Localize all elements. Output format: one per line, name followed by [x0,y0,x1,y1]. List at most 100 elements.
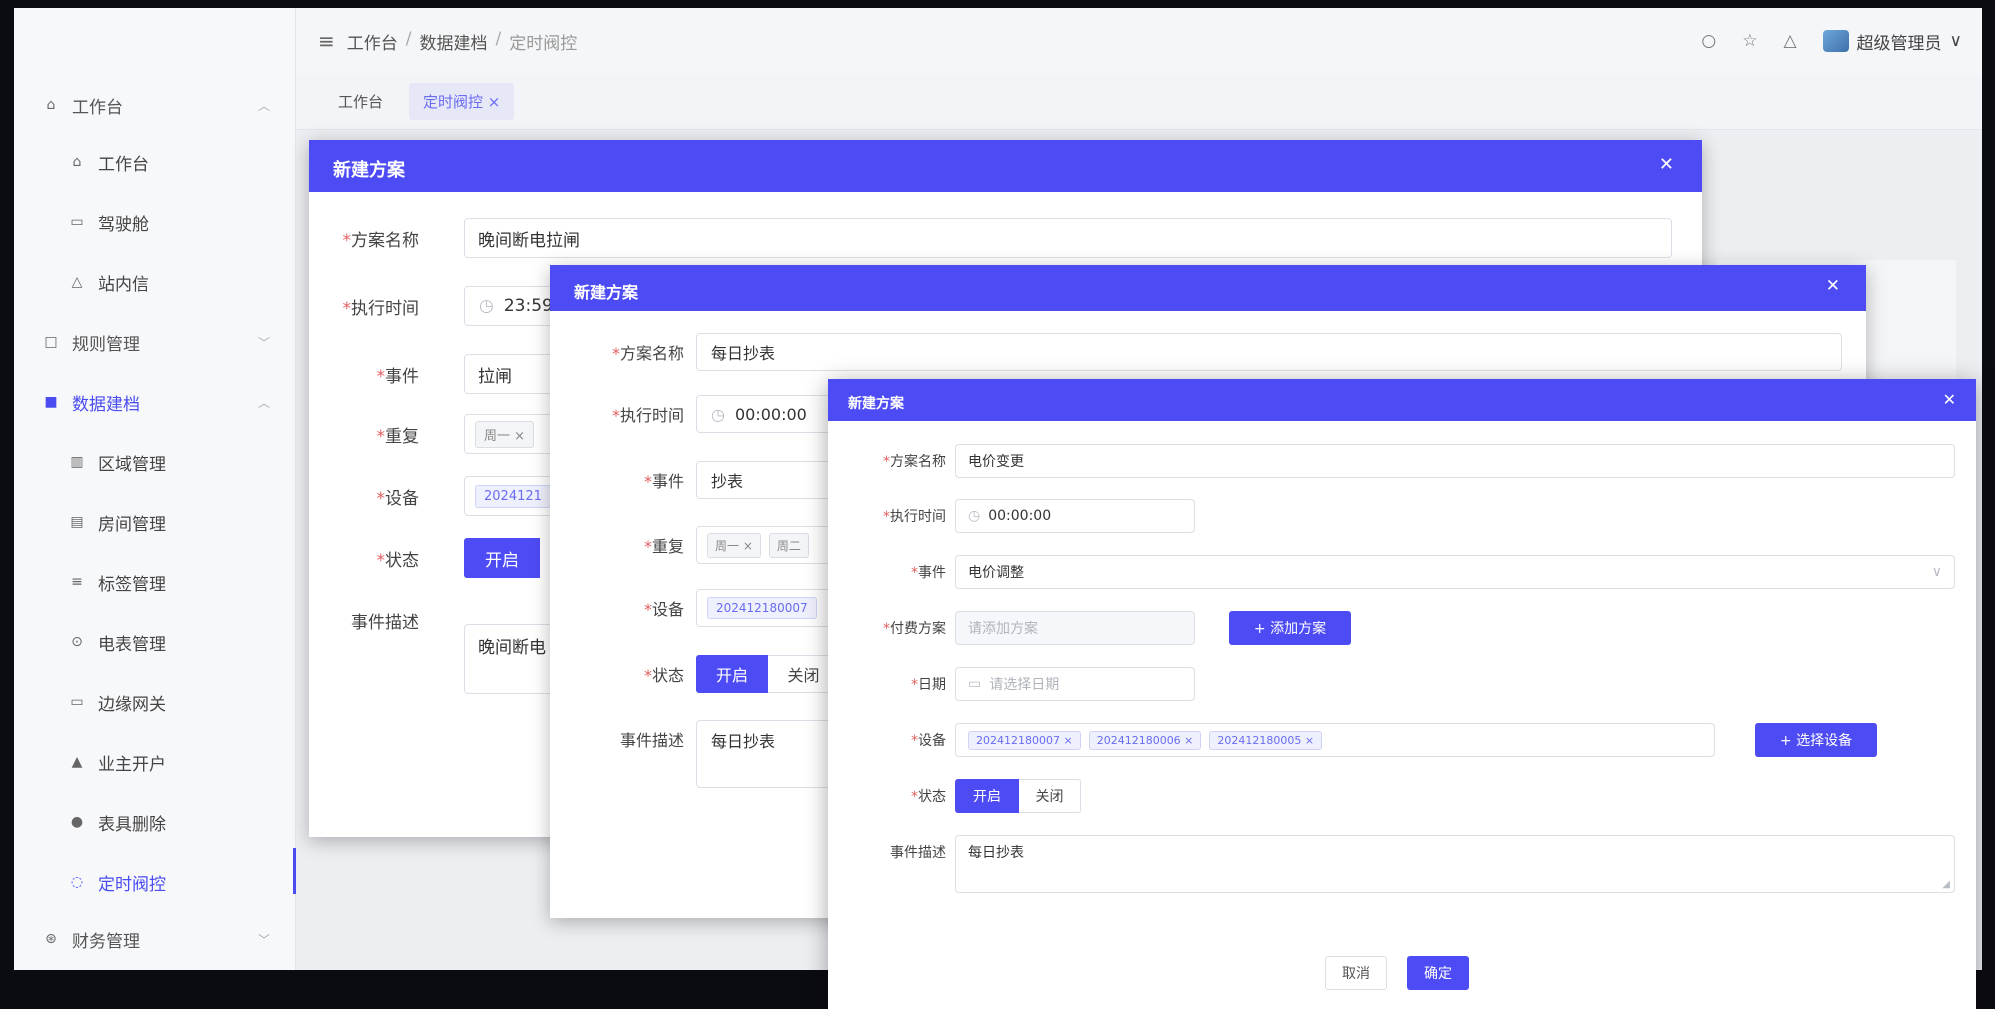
finance-icon: ⊛ [45,931,57,947]
form-row-status: *状态 [643,666,684,685]
chevron-down-icon: ∨ [1931,564,1942,580]
status-on-button[interactable]: 开启 [696,655,768,693]
form-row-repeat: *重复 [376,426,420,447]
breadcrumb-item[interactable]: 工作台 [347,29,398,54]
notification-icon[interactable]: △ [1783,31,1796,51]
sidebar-item-label: 站内信 [98,274,149,295]
user-icon: ▲ [71,754,83,770]
status-on-button[interactable]: 开启 [955,779,1019,813]
form-row-desc: 事件描述 [828,835,946,869]
area-icon: ▥ [70,454,84,470]
sidebar-item-label: 业主开户 [98,754,166,775]
sidebar-item-room[interactable]: ▤ 房间管理 [14,499,296,545]
status-off-button[interactable]: 关闭 [1019,779,1081,813]
sidebar-item-label: 标签管理 [98,574,166,595]
device-tag[interactable]: 202412180005 × [1209,730,1323,750]
confirm-button[interactable]: 确定 [1407,956,1469,990]
form-row-desc: 事件描述 [309,600,419,640]
chevron-down-icon: ﹀ [257,335,270,350]
dialog-header: 新建方案 ✕ [828,379,1976,421]
plan-name-input[interactable]: 电价变更 [955,444,1955,478]
sidebar-item-meter[interactable]: ⊙ 电表管理 [14,619,296,665]
field-label: 设备 [918,733,946,749]
exec-time-picker[interactable]: ◷ 00:00:00 [955,499,1195,533]
sidebar-item-label: 数据建档 [72,394,140,415]
user-name: 超级管理员 [1856,33,1942,54]
breadcrumb: 工作台 / 数据建档 / 定时阀控 [346,28,578,54]
dialog-title: 新建方案 [848,396,904,412]
field-label: 执行时间 [351,298,419,319]
status-toggle: 开启 关闭 [955,779,1081,813]
field-label: 日期 [918,677,946,693]
form-row-event: *事件 [911,565,946,581]
sidebar-item-messages[interactable]: △ 站内信 [14,259,296,305]
repeat-tag[interactable]: 周二 [768,532,809,558]
monitor-icon: ▭ [70,214,84,230]
user-menu[interactable]: 超级管理员 ∨ [1822,29,1962,54]
field-label: 状态 [651,666,684,685]
new-plan-dialog-3: 新建方案 ✕ *方案名称 电价变更 *执行时间 ◷ 00:00:00 *事件 电… [828,379,1976,1009]
gateway-icon: ▭ [70,694,84,710]
sidebar-item-workbench[interactable]: ⌂ 工作台 [14,139,296,185]
device-tag[interactable]: 202412180007 [707,597,817,619]
sidebar-item-area[interactable]: ▥ 区域管理 [14,439,296,485]
sidebar-item-tag[interactable]: ≡ 标签管理 [14,559,296,605]
tab-workbench[interactable]: 工作台 [324,83,397,120]
device-tag[interactable]: 202412180006 × [1088,730,1202,750]
field-label: 执行时间 [619,406,684,425]
sidebar-item-label: 工作台 [98,154,149,175]
timer-icon: ◌ [70,874,84,890]
close-icon[interactable]: ✕ [1659,154,1674,175]
dialog-title: 新建方案 [333,160,405,181]
clock-icon: ◷ [711,404,725,424]
device-tag[interactable]: 2024121 [475,484,551,508]
sidebar-item-label: 工作台 [72,97,123,118]
home-icon: ⌂ [72,154,82,170]
form-row-time: *执行时间 [611,406,684,425]
date-picker[interactable]: ▭ 请选择日期 [955,667,1195,701]
sidebar-item-label: 规则管理 [72,334,140,355]
form-row-name: *方案名称 [342,230,420,251]
field-label: 方案名称 [890,454,946,470]
status-on-button[interactable]: 开启 [464,538,540,578]
field-label: 事件 [385,366,419,387]
sidebar-item-rules[interactable]: □ 规则管理 ﹀ [14,319,296,365]
chevron-down-icon: ﹀ [257,932,270,947]
fee-plan-input[interactable]: 请添加方案 [955,611,1195,645]
select-device-button[interactable]: + 选择设备 [1755,723,1877,757]
resize-handle-icon[interactable]: ◢ [1942,879,1950,890]
close-icon[interactable]: ✕ [1943,390,1956,409]
rule-icon: □ [44,334,58,350]
field-label: 状态 [385,550,419,571]
sidebar-item-finance[interactable]: ⊛ 财务管理 ﹀ [14,916,296,962]
cancel-button[interactable]: 取消 [1325,956,1387,990]
sidebar-item-gateway[interactable]: ▭ 边缘网关 [14,679,296,725]
room-icon: ▤ [70,514,84,530]
menu-toggle-icon[interactable]: ≡ [318,29,335,53]
plan-name-input[interactable]: 每日抄表 [696,333,1842,371]
plan-name-input[interactable]: 晚间断电拉闸 [464,218,1672,258]
device-tag[interactable]: 202412180007 × [968,730,1081,750]
search-icon[interactable]: ○ [1701,31,1716,51]
event-select[interactable]: 电价调整 ∨ [955,555,1955,589]
sidebar-item-delete[interactable]: ● 表具删除 [14,799,296,845]
sidebar-item-label: 财务管理 [72,931,140,952]
device-select[interactable]: 202412180007 × 202412180006 × 2024121800… [955,723,1715,757]
clock-icon: ◷ [968,508,981,524]
repeat-tag[interactable]: 周一 × [707,532,761,558]
sidebar-item-owner[interactable]: ▲ 业主开户 [14,739,296,785]
breadcrumb-item[interactable]: 数据建档 [420,29,488,54]
theme-icon[interactable]: ☆ [1742,31,1757,51]
sidebar-item-timer-valve[interactable]: ◌ 定时阀控 [14,859,296,905]
tab-timer-valve[interactable]: 定时阀控 × [409,83,515,120]
sidebar-item-data-archive[interactable]: ■ 数据建档 ︿ [14,379,296,425]
add-fee-plan-button[interactable]: + 添加方案 [1229,611,1351,645]
sidebar-item-cockpit[interactable]: ▭ 驾驶舱 [14,199,296,245]
avatar [1822,30,1849,52]
event-desc-textarea[interactable]: 每日抄表 ◢ [955,835,1955,893]
sidebar-item-workbench-group[interactable]: ⌂ 工作台 ︿ [14,82,296,128]
close-icon[interactable]: ✕ [1826,276,1840,296]
breadcrumb-current: 定时阀控 [509,33,578,54]
repeat-tag[interactable]: 周一 × [475,420,535,448]
form-row-device: *设备 [911,733,946,749]
